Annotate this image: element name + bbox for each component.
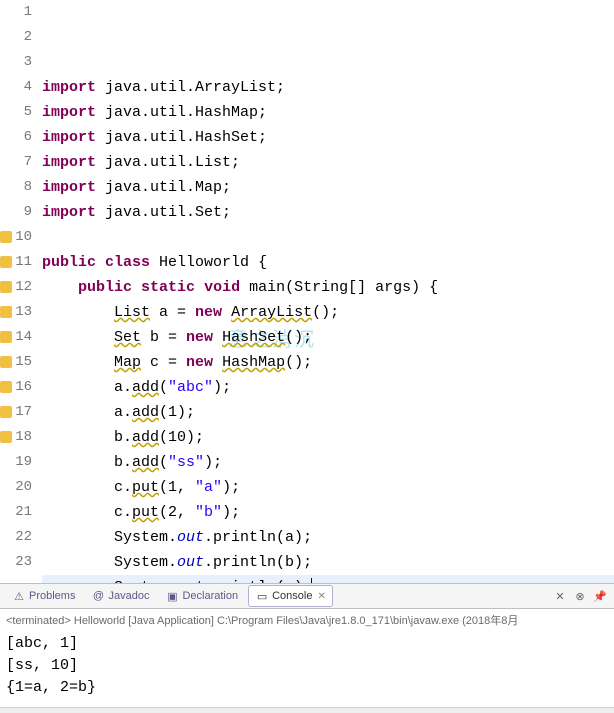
line-number: 2 [4,25,32,50]
code-line[interactable]: System.out.println(b); [42,550,614,575]
code-line[interactable]: c.put(1, "a"); [42,475,614,500]
console-panel: <terminated> Helloworld [Java Applicatio… [0,609,614,707]
line-number: 18 [4,425,32,450]
line-number: 9 [4,200,32,225]
pin-icon[interactable]: 📌 [592,588,608,604]
tab-label: Problems [29,590,75,602]
line-number-gutter: 1234567891011121314151617181920212223 [4,0,38,583]
line-number: 7 [4,150,32,175]
code-line[interactable]: import java.util.ArrayList; [42,75,614,100]
declaration-icon: ▣ [165,589,179,603]
console-terminated-line: <terminated> Helloworld [Java Applicatio… [6,611,608,631]
tab-label: Declaration [182,590,238,602]
line-number: 12 [4,275,32,300]
code-line[interactable]: import java.util.HashMap; [42,100,614,125]
code-area[interactable]: 意之消沉 import java.util.ArrayList;import j… [38,0,614,583]
line-number: 16 [4,375,32,400]
console-output: [abc, 1] [ss, 10] {1=a, 2=b} [6,633,608,699]
line-number: 22 [4,525,32,550]
code-line[interactable]: import java.util.HashSet; [42,125,614,150]
code-line[interactable]: System.out.println(a); [42,525,614,550]
close-icon[interactable]: ✕ [317,591,325,602]
tab-declaration[interactable]: ▣Declaration [159,586,244,606]
line-number: 17 [4,400,32,425]
code-line[interactable]: List a = new ArrayList(); [42,300,614,325]
line-number: 10 [4,225,32,250]
tab-label: Javadoc [108,590,149,602]
code-line[interactable]: import java.util.Set; [42,200,614,225]
code-line[interactable]: public static void main(String[] args) { [42,275,614,300]
code-line[interactable]: a.add("abc"); [42,375,614,400]
line-number: 20 [4,475,32,500]
line-number: 23 [4,550,32,575]
console-icon: ▭ [255,589,269,603]
problems-icon: ⚠ [12,589,26,603]
line-number: 19 [4,450,32,475]
remove-all-icon[interactable]: ⊗ [572,588,588,604]
line-number: 4 [4,75,32,100]
tab-console[interactable]: ▭Console ✕ [248,585,333,607]
line-number: 3 [4,50,32,75]
code-line[interactable]: System.out.println(c); [42,575,614,583]
tab-problems[interactable]: ⚠Problems [6,586,81,606]
tab-label: Console [272,590,312,602]
code-line[interactable]: Map c = new HashMap(); [42,350,614,375]
line-number: 8 [4,175,32,200]
line-number: 5 [4,100,32,125]
code-line[interactable]: b.add(10); [42,425,614,450]
line-number: 13 [4,300,32,325]
code-line[interactable]: import java.util.List; [42,150,614,175]
line-number: 1 [4,0,32,25]
line-number: 15 [4,350,32,375]
code-line[interactable] [42,225,614,250]
javadoc-icon: @ [91,589,105,603]
code-line[interactable]: import java.util.Map; [42,175,614,200]
bottom-border [0,707,614,713]
remove-launch-icon[interactable]: ✕ [552,588,568,604]
line-number: 21 [4,500,32,525]
code-line[interactable]: Set b = new HashSet(); [42,325,614,350]
code-line[interactable]: a.add(1); [42,400,614,425]
line-number: 11 [4,250,32,275]
code-line[interactable]: public class Helloworld { [42,250,614,275]
line-number: 6 [4,125,32,150]
code-line[interactable]: c.put(2, "b"); [42,500,614,525]
tab-javadoc[interactable]: @Javadoc [85,586,155,606]
code-line[interactable]: b.add("ss"); [42,450,614,475]
bottom-tabs: ⚠Problems@Javadoc▣Declaration▭Console✕✕⊗… [0,583,614,609]
text-cursor [311,578,312,583]
code-editor[interactable]: 1234567891011121314151617181920212223 意之… [0,0,614,583]
line-number: 14 [4,325,32,350]
